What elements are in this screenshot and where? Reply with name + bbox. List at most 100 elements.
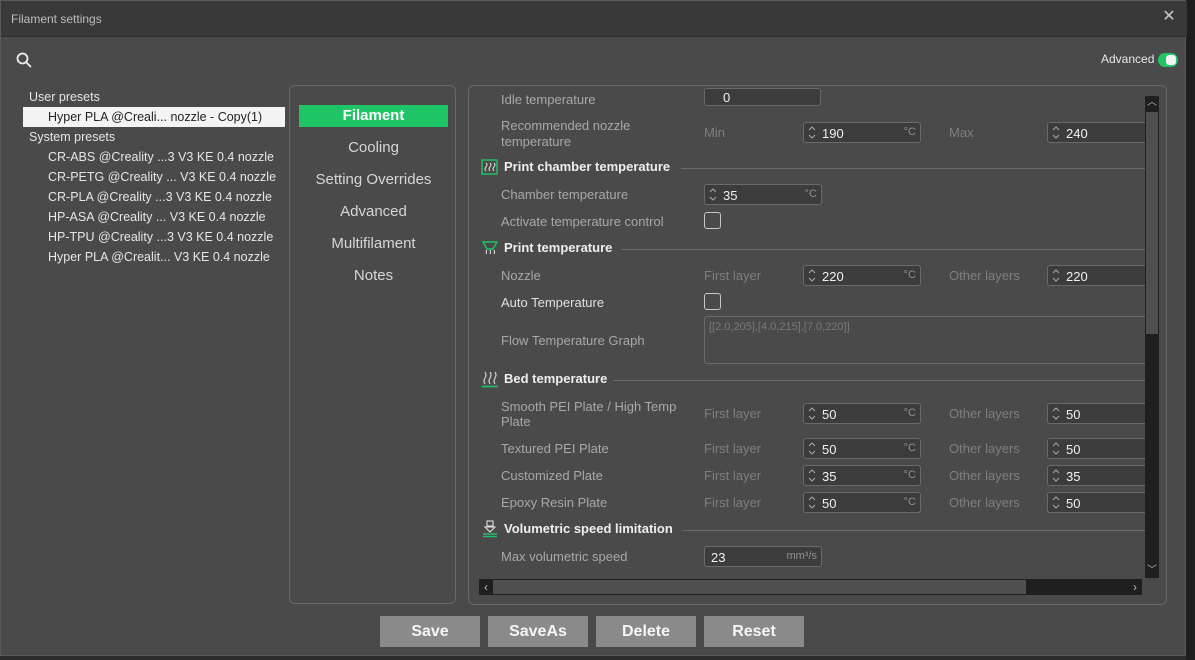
spin-arrows-icon[interactable] <box>1051 441 1061 456</box>
preset-item[interactable]: CR-PETG @Creality ... V3 KE 0.4 nozzle <box>23 167 285 187</box>
section-divider <box>613 380 1145 381</box>
settings-tabs: Filament Cooling Setting Overrides Advan… <box>289 85 456 604</box>
bed-first-layer-value: 35 <box>822 469 837 484</box>
unit-label: mm³/s <box>786 550 817 562</box>
idle-temp-input[interactable]: 0 <box>704 88 821 106</box>
preset-list: User presets Hyper PLA @Creali... nozzle… <box>23 87 285 267</box>
nozzle-first-layer-input[interactable]: 220 °C <box>803 265 921 286</box>
max-vol-label: Max volumetric speed <box>501 549 628 564</box>
other-layers-label: Other layers <box>949 268 1020 283</box>
bed-first-layer-input[interactable]: 35 °C <box>803 465 921 486</box>
nozzle-other-layers-input[interactable]: 220 <box>1047 265 1145 286</box>
scroll-left-icon[interactable]: ‹ <box>479 579 493 595</box>
tab-advanced[interactable]: Advanced <box>299 201 448 223</box>
horizontal-scrollbar[interactable]: ‹ › <box>479 579 1142 595</box>
volumetric-section-header: Volumetric speed limitation <box>477 519 1145 539</box>
min-nozzle-temp-value: 190 <box>822 126 844 141</box>
scroll-thumb[interactable] <box>493 580 1026 594</box>
scroll-up-icon[interactable]: ︿ <box>1145 96 1159 110</box>
spin-arrows-icon[interactable] <box>807 495 817 510</box>
spin-arrows-icon[interactable] <box>807 268 817 283</box>
bed-other-layers-value: 50 <box>1066 442 1081 457</box>
unit-label: °C <box>804 188 817 200</box>
spin-arrows-icon[interactable] <box>1051 468 1061 483</box>
spin-arrows-icon[interactable] <box>807 125 817 140</box>
delete-button[interactable]: Delete <box>596 616 696 647</box>
bed-other-layers-value: 50 <box>1066 407 1081 422</box>
bed-other-layers-value: 50 <box>1066 496 1081 511</box>
preset-item[interactable]: CR-ABS @Creality ...3 V3 KE 0.4 nozzle <box>23 147 285 167</box>
bed-other-layers-input[interactable]: 50 <box>1047 492 1145 513</box>
scroll-thumb[interactable] <box>1146 112 1158 334</box>
spin-arrows-icon[interactable] <box>708 187 718 202</box>
spin-arrows-icon[interactable] <box>807 406 817 421</box>
max-label: Max <box>949 125 974 140</box>
other-layers-label: Other layers <box>949 468 1020 483</box>
preset-item[interactable]: HP-TPU @Creality ...3 V3 KE 0.4 nozzle <box>23 227 285 247</box>
max-vol-input[interactable]: 23 mm³/s <box>704 546 822 567</box>
chamber-section-header: Print chamber temperature <box>477 157 1145 177</box>
flow-graph-input[interactable]: [[2.0,205],[4.0,215],[7.0,220]] <box>704 316 1145 364</box>
chamber-temp-input[interactable]: 35 °C <box>704 184 822 205</box>
section-divider <box>681 168 1145 169</box>
unit-label: °C <box>903 126 916 138</box>
min-label: Min <box>704 125 725 140</box>
advanced-toggle[interactable] <box>1158 53 1178 67</box>
spin-arrows-icon[interactable] <box>1051 406 1061 421</box>
preset-item[interactable]: Hyper PLA @Creali... nozzle - Copy(1) <box>23 107 285 127</box>
bed-first-layer-input[interactable]: 50 °C <box>803 438 921 459</box>
tab-multifilament[interactable]: Multifilament <box>299 233 448 255</box>
save-button[interactable]: Save <box>380 616 480 647</box>
flow-graph-label: Flow Temperature Graph <box>501 333 645 348</box>
tab-cooling[interactable]: Cooling <box>299 137 448 159</box>
preset-item[interactable]: HP-ASA @Creality ... V3 KE 0.4 nozzle <box>23 207 285 227</box>
unit-label: °C <box>903 407 916 419</box>
vertical-scrollbar[interactable]: ︿ ﹀ <box>1145 96 1159 578</box>
min-nozzle-temp-input[interactable]: 190 °C <box>803 122 921 143</box>
preset-item[interactable]: CR-PLA @Creality ...3 V3 KE 0.4 nozzle <box>23 187 285 207</box>
bed-plate-label-1: Smooth PEI Plate / High Temp <box>501 399 677 414</box>
chamber-temp-label: Chamber temperature <box>501 187 629 202</box>
reset-button[interactable]: Reset <box>704 616 804 647</box>
auto-temp-checkbox[interactable] <box>704 293 721 310</box>
filament-settings-dialog: Filament settings ✕ Advanced User preset… <box>0 0 1187 656</box>
scroll-right-icon[interactable]: › <box>1128 579 1142 595</box>
print-temp-section-header: Print temperature <box>477 238 1145 258</box>
window-title: Filament settings <box>11 12 102 26</box>
max-nozzle-temp-input[interactable]: 240 <box>1047 122 1145 143</box>
scroll-down-icon[interactable]: ﹀ <box>1145 564 1159 578</box>
background-window-strip <box>1186 0 1195 660</box>
chamber-section-title: Print chamber temperature <box>504 159 671 174</box>
bed-other-layers-input[interactable]: 50 <box>1047 403 1145 424</box>
max-nozzle-temp-value: 240 <box>1066 126 1088 141</box>
bed-plate-label: Textured PEI Plate <box>501 441 609 456</box>
section-divider <box>683 530 1145 531</box>
unit-label: °C <box>903 442 916 454</box>
spin-arrows-icon[interactable] <box>1051 125 1061 140</box>
tab-setting-overrides[interactable]: Setting Overrides <box>299 169 448 191</box>
search-icon[interactable] <box>15 51 33 69</box>
spin-arrows-icon[interactable] <box>807 441 817 456</box>
rec-nozzle-label-2: temperature <box>501 134 572 149</box>
save-as-button[interactable]: SaveAs <box>488 616 588 647</box>
close-icon[interactable]: ✕ <box>1159 7 1179 27</box>
bed-temp-section-title: Bed temperature <box>504 371 608 386</box>
tab-filament[interactable]: Filament <box>299 105 448 127</box>
spin-arrows-icon[interactable] <box>807 468 817 483</box>
print-temp-section-title: Print temperature <box>504 240 613 255</box>
preset-item[interactable]: Hyper PLA @Crealit... V3 KE 0.4 nozzle <box>23 247 285 267</box>
activate-temp-checkbox[interactable] <box>704 212 721 229</box>
bed-first-layer-input[interactable]: 50 °C <box>803 492 921 513</box>
bed-other-layers-input[interactable]: 50 <box>1047 438 1145 459</box>
nozzle-temp-icon <box>481 241 499 255</box>
tab-notes[interactable]: Notes <box>299 265 448 287</box>
first-layer-label: First layer <box>704 468 762 483</box>
spin-arrows-icon[interactable] <box>1051 495 1061 510</box>
bed-first-layer-input[interactable]: 50 °C <box>803 403 921 424</box>
spin-arrows-icon[interactable] <box>1051 268 1061 283</box>
settings-content: Idle temperature 0 Recommended nozzle te… <box>469 86 1145 576</box>
chamber-temp-icon <box>481 159 498 175</box>
nozzle-first-layer-value: 220 <box>822 269 844 284</box>
bed-other-layers-input[interactable]: 35 <box>1047 465 1145 486</box>
bed-temp-icon <box>482 371 498 388</box>
